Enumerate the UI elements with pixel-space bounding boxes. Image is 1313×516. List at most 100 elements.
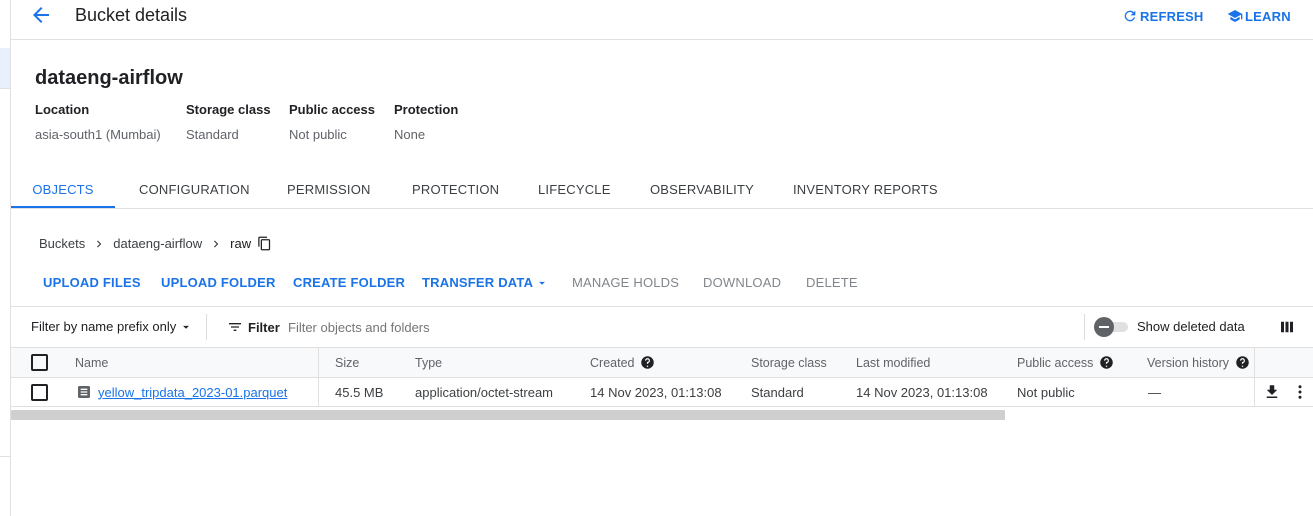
filter-mode-label: Filter by name prefix only — [31, 319, 177, 334]
manage-holds-button[interactable]: MANAGE HOLDS — [572, 275, 679, 290]
left-nav-highlight — [0, 48, 10, 88]
refresh-button[interactable]: REFRESH — [1122, 8, 1204, 24]
left-nav-rail — [0, 0, 11, 516]
column-header-type[interactable]: Type — [415, 348, 442, 377]
caret-down-icon — [539, 281, 546, 285]
object-actions-toolbar: UPLOAD FILES UPLOAD FOLDER CREATE FOLDER… — [11, 266, 1313, 307]
column-header-last-modified[interactable]: Last modified — [856, 348, 930, 377]
copy-path-icon[interactable] — [257, 236, 272, 251]
created-header-label: Created — [590, 355, 635, 370]
tab-configuration[interactable]: CONFIGURATION — [139, 172, 250, 208]
row-checkbox[interactable] — [31, 383, 48, 401]
meta-value: asia-south1 (Mumbai) — [35, 127, 161, 142]
column-header-name[interactable]: Name — [75, 348, 108, 377]
create-folder-button[interactable]: CREATE FOLDER — [293, 275, 405, 290]
page-title: Bucket details — [75, 5, 188, 25]
filter-mode-select[interactable]: Filter by name prefix only — [31, 319, 193, 334]
divider — [206, 314, 207, 340]
chevron-right-icon — [92, 237, 106, 251]
meta-value: Not public — [289, 127, 347, 142]
column-divider — [1254, 378, 1255, 406]
bucket-name: dataeng-airflow — [35, 67, 183, 89]
object-name-link[interactable]: yellow_tripdata_2023-01.parquet — [98, 385, 287, 400]
tab-objects[interactable]: OBJECTS — [11, 172, 115, 208]
help-icon[interactable] — [1099, 355, 1114, 370]
file-icon — [76, 384, 92, 400]
left-nav-divider — [0, 456, 10, 457]
chevron-right-icon — [209, 237, 223, 251]
more-options-icon[interactable] — [1291, 378, 1309, 406]
object-name-cell: yellow_tripdata_2023-01.parquet — [76, 378, 287, 406]
tab-observability[interactable]: OBSERVABILITY — [650, 172, 754, 208]
learn-button[interactable]: LEARN — [1227, 8, 1291, 24]
meta-public-access: Public access Not public — [289, 102, 375, 142]
delete-button[interactable]: DELETE — [806, 275, 858, 290]
storage-class-cell: Standard — [751, 384, 804, 400]
type-cell: application/octet-stream — [415, 384, 554, 400]
meta-key: Protection — [394, 102, 459, 117]
help-icon[interactable] — [640, 355, 655, 370]
school-icon — [1227, 10, 1243, 22]
column-header-size[interactable]: Size — [335, 348, 359, 377]
breadcrumb: Buckets dataeng-airflow raw — [39, 236, 272, 251]
filter-input[interactable] — [286, 316, 1070, 338]
refresh-icon — [1124, 10, 1136, 22]
row-checkbox-cell — [31, 378, 48, 406]
learn-label: LEARN — [1245, 8, 1291, 24]
column-divider — [1254, 348, 1255, 377]
meta-location: Location asia-south1 (Mumbai) — [35, 102, 161, 142]
size-cell: 45.5 MB — [335, 384, 384, 400]
column-header-public-access[interactable]: Public access — [1017, 348, 1114, 377]
show-deleted-label: Show deleted data — [1137, 319, 1245, 334]
filter-control[interactable]: Filter — [227, 319, 280, 335]
select-all-checkbox-cell — [31, 348, 48, 377]
version-history-header-label: Version history — [1147, 355, 1229, 370]
meta-key: Public access — [289, 102, 375, 117]
column-header-version-history[interactable]: Version history — [1147, 348, 1250, 377]
version-history-cell: — — [1148, 384, 1161, 400]
show-deleted-toggle[interactable] — [1094, 317, 1130, 337]
column-header-storage-class[interactable]: Storage class — [751, 348, 827, 377]
top-bar: Bucket details REFRESH LEARN — [11, 0, 1313, 40]
meta-key: Storage class — [186, 102, 271, 117]
filter-label: Filter — [248, 319, 280, 335]
meta-value: None — [394, 127, 426, 142]
meta-key: Location — [35, 102, 90, 117]
select-all-checkbox[interactable] — [31, 354, 48, 371]
filter-bar: Filter by name prefix only Filter Show d… — [11, 307, 1313, 347]
column-divider — [318, 348, 319, 377]
help-icon[interactable] — [1235, 355, 1250, 370]
breadcrumb-folder: raw — [230, 236, 252, 251]
column-display-options-icon[interactable] — [1278, 318, 1296, 336]
last-modified-cell: 14 Nov 2023, 01:13:08 — [856, 384, 988, 400]
table-header-row: Name Size Type Created Storage class Las… — [11, 347, 1313, 378]
column-divider — [318, 378, 319, 406]
upload-folder-button[interactable]: UPLOAD FOLDER — [161, 275, 276, 290]
back-arrow-icon[interactable] — [29, 3, 53, 27]
toggle-knob — [1094, 317, 1114, 337]
column-header-created[interactable]: Created — [590, 348, 655, 377]
download-icon[interactable] — [1263, 378, 1281, 406]
upload-files-button[interactable]: UPLOAD FILES — [43, 275, 141, 290]
public-access-header-label: Public access — [1017, 355, 1094, 370]
breadcrumb-buckets[interactable]: Buckets — [39, 236, 85, 251]
table-row[interactable]: yellow_tripdata_2023-01.parquet 45.5 MB … — [11, 378, 1313, 407]
tab-lifecycle[interactable]: LIFECYCLE — [538, 172, 611, 208]
download-button[interactable]: DOWNLOAD — [703, 275, 781, 290]
public-access-cell: Not public — [1017, 384, 1075, 400]
tab-inventory-reports[interactable]: INVENTORY REPORTS — [793, 172, 938, 208]
created-cell: 14 Nov 2023, 01:13:08 — [590, 384, 722, 400]
tab-permission[interactable]: PERMISSION — [287, 172, 371, 208]
breadcrumb-bucket[interactable]: dataeng-airflow — [113, 236, 202, 251]
refresh-label: REFRESH — [1140, 8, 1204, 24]
divider — [1084, 314, 1085, 340]
transfer-data-button[interactable]: TRANSFER DATA — [422, 275, 549, 290]
meta-value: Standard — [186, 127, 239, 142]
tab-protection[interactable]: PROTECTION — [412, 172, 499, 208]
horizontal-scrollbar[interactable] — [11, 410, 1005, 420]
tab-bar: OBJECTS CONFIGURATION PERMISSION PROTECT… — [11, 172, 1313, 209]
objects-table: Name Size Type Created Storage class Las… — [11, 347, 1313, 407]
transfer-data-label: TRANSFER DATA — [422, 275, 534, 290]
filter-icon — [229, 323, 241, 331]
meta-storage-class: Storage class Standard — [186, 102, 271, 142]
